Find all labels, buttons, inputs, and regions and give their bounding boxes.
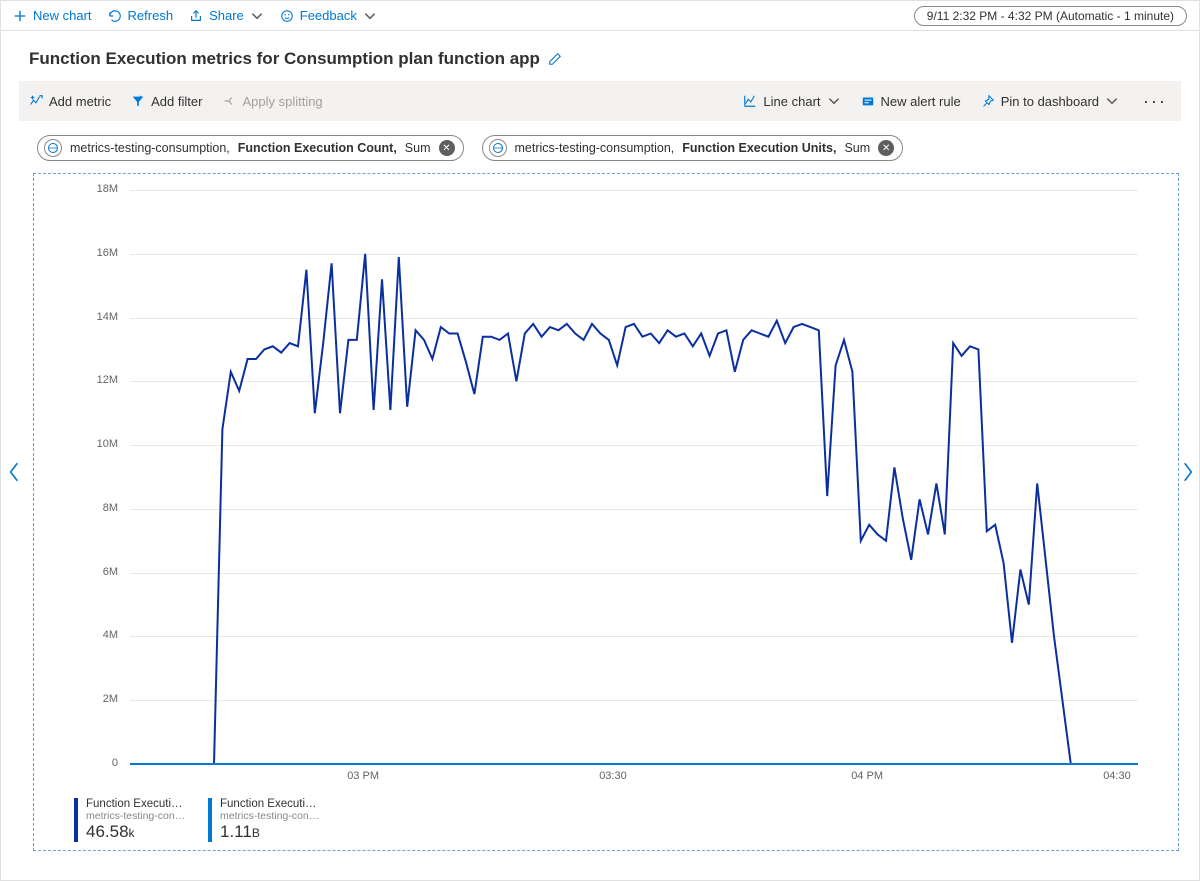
legend-unit: k [129, 826, 135, 840]
y-tick-label: 2M [70, 693, 118, 705]
pill-agg: Sum [405, 141, 431, 155]
y-tick-label: 12M [70, 374, 118, 386]
pin-icon [981, 94, 995, 108]
feedback-label: Feedback [300, 8, 357, 23]
filter-icon [131, 94, 145, 108]
pill-agg: Sum [844, 141, 870, 155]
legend-unit: B [252, 826, 260, 840]
split-icon [222, 94, 236, 108]
refresh-label: Refresh [128, 8, 174, 23]
chart-series-line [130, 254, 1138, 764]
top-toolbar: New chart Refresh Share Feedback 9/11 2:… [1, 1, 1199, 31]
pill-metric: Function Execution Count, [238, 141, 397, 155]
time-range-picker[interactable]: 9/11 2:32 PM - 4:32 PM (Automatic - 1 mi… [914, 6, 1187, 26]
chevron-down-icon [827, 94, 841, 108]
metric-pills: metrics-testing-consumption, Function Ex… [1, 121, 1199, 169]
legend-resource: metrics-testing-cons... [220, 810, 322, 822]
pill-remove-icon[interactable]: ✕ [878, 140, 894, 156]
new-alert-button[interactable]: New alert rule [861, 94, 961, 109]
chart-toolbar: Add metric Add filter Apply splitting Li… [19, 81, 1181, 121]
alert-icon [861, 94, 875, 108]
legend-value: 1.11 [220, 822, 252, 841]
legend-resource: metrics-testing-cons... [86, 810, 188, 822]
legend-item[interactable]: Function Execution C... metrics-testing-… [74, 798, 194, 842]
y-tick-label: 0 [70, 757, 118, 769]
refresh-button[interactable]: Refresh [108, 8, 174, 23]
share-button[interactable]: Share [189, 8, 264, 23]
time-range-label: 9/11 2:32 PM - 4:32 PM (Automatic - 1 mi… [927, 9, 1174, 23]
pill-resource: metrics-testing-consumption, [70, 141, 230, 155]
legend: Function Execution C... metrics-testing-… [40, 792, 1172, 844]
new-alert-label: New alert rule [881, 94, 961, 109]
add-filter-button[interactable]: Add filter [131, 94, 202, 109]
pin-label: Pin to dashboard [1001, 94, 1099, 109]
share-icon [189, 9, 203, 23]
y-tick-label: 16M [70, 247, 118, 259]
plus-icon [13, 9, 27, 23]
page-title: Function Execution metrics for Consumpti… [29, 49, 540, 69]
pill-remove-icon[interactable]: ✕ [439, 140, 455, 156]
chart-plot[interactable]: 02M4M6M8M10M12M14M16M18M03 PM03:3004 PM0… [44, 182, 1144, 792]
pin-dashboard-button[interactable]: Pin to dashboard [981, 94, 1119, 109]
new-chart-label: New chart [33, 8, 92, 23]
y-tick-label: 18M [70, 183, 118, 195]
apply-splitting-label: Apply splitting [242, 94, 322, 109]
share-label: Share [209, 8, 244, 23]
chevron-down-icon [250, 9, 264, 23]
chart-type-dropdown[interactable]: Line chart [743, 94, 840, 109]
add-metric-icon [29, 94, 43, 108]
legend-value: 46.58 [86, 822, 129, 841]
refresh-icon [108, 9, 122, 23]
legend-name: Function Execution U... [220, 798, 322, 810]
feedback-button[interactable]: Feedback [280, 8, 377, 23]
chart-type-label: Line chart [763, 94, 820, 109]
y-tick-label: 14M [70, 311, 118, 323]
add-metric-button[interactable]: Add metric [29, 94, 111, 109]
pill-resource: metrics-testing-consumption, [515, 141, 675, 155]
chevron-down-icon [363, 9, 377, 23]
new-chart-button[interactable]: New chart [13, 8, 92, 23]
chevron-down-icon [1105, 94, 1119, 108]
y-tick-label: 8M [70, 502, 118, 514]
add-filter-label: Add filter [151, 94, 202, 109]
pill-metric: Function Execution Units, [682, 141, 836, 155]
chart-container: 02M4M6M8M10M12M14M16M18M03 PM03:3004 PM0… [33, 173, 1179, 851]
line-chart-icon [743, 94, 757, 108]
smiley-icon [280, 9, 294, 23]
metric-pill[interactable]: metrics-testing-consumption, Function Ex… [37, 135, 464, 161]
more-menu-button[interactable]: ··· [1139, 91, 1171, 112]
legend-item[interactable]: Function Execution U... metrics-testing-… [208, 798, 328, 842]
prev-chart-arrow[interactable] [7, 461, 21, 486]
y-tick-label: 6M [70, 566, 118, 578]
edit-title-icon[interactable] [548, 52, 562, 66]
resource-icon [489, 139, 507, 157]
apply-splitting-button: Apply splitting [222, 94, 322, 109]
metric-pill[interactable]: metrics-testing-consumption, Function Ex… [482, 135, 904, 161]
add-metric-label: Add metric [49, 94, 111, 109]
y-tick-label: 10M [70, 438, 118, 450]
next-chart-arrow[interactable] [1181, 461, 1195, 486]
legend-name: Function Execution C... [86, 798, 188, 810]
y-tick-label: 4M [70, 629, 118, 641]
resource-icon [44, 139, 62, 157]
